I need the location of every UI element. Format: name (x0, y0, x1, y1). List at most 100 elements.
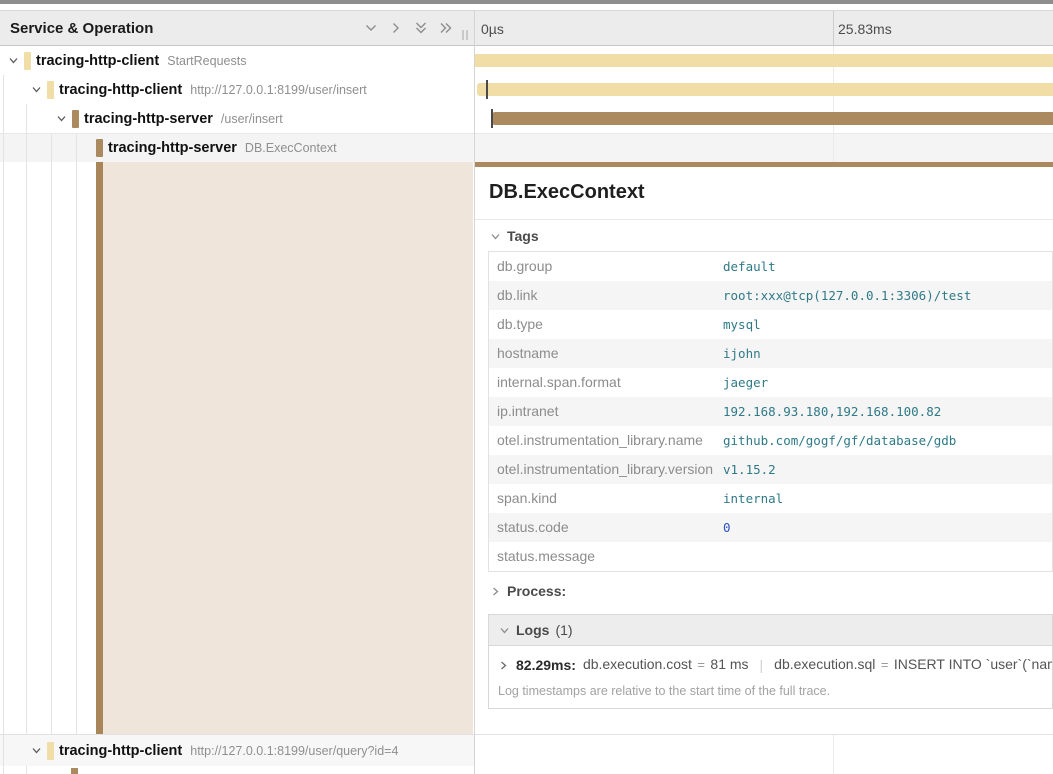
span-rows: tracing-http-client StartRequests tracin… (0, 46, 1053, 162)
log-field: db.execution.cost = 81 ms (583, 656, 749, 674)
tag-row: status.code0 (489, 513, 1052, 542)
log-timestamp: 82.29ms: (516, 657, 576, 673)
tag-row: db.typemysql (489, 310, 1052, 339)
tag-key: ip.intranet (489, 397, 723, 426)
tag-key: status.code (489, 513, 723, 542)
tag-row: otel.instrumentation_library.namegithub.… (489, 426, 1052, 455)
service-color-band (47, 742, 54, 760)
process-label: Process: (507, 583, 566, 599)
minimap-scrubber[interactable] (0, 0, 1053, 4)
detail-indent-backdrop (0, 162, 474, 734)
tag-key: db.type (489, 310, 723, 339)
selected-span-backdrop (103, 162, 473, 734)
service-name: tracing-http-server (84, 111, 213, 127)
chevron-down-icon[interactable] (29, 83, 43, 97)
chevron-right-icon (498, 659, 509, 671)
tag-value: 192.168.93.180,192.168.100.82 (723, 397, 1052, 426)
chevron-down-icon (489, 230, 501, 242)
tag-key: internal.span.format (489, 368, 723, 397)
logs-section: Logs (1) 82.29ms: db.execution.cost = 81… (488, 614, 1053, 709)
expand-all-icon[interactable] (438, 20, 454, 36)
span-rows-bottom: tracing-http-client http://127.0.0.1:819… (0, 734, 1053, 774)
tag-row: otel.instrumentation_library.versionv1.1… (489, 455, 1052, 484)
span-bar[interactable] (492, 112, 1053, 125)
tag-key: status.message (489, 542, 723, 571)
tag-key: otel.instrumentation_library.version (489, 455, 723, 484)
tag-value: 0 (723, 513, 1052, 542)
log-field: db.execution.sql = INSERT INTO `user`(`n… (774, 656, 1052, 674)
span-row-user-insert-client: tracing-http-client http://127.0.0.1:819… (0, 75, 1053, 104)
tag-row: db.groupdefault (489, 252, 1052, 281)
span-row-timeline (475, 134, 1053, 162)
expand-collapse-controls (363, 20, 454, 36)
timeline-tick-mid: 25.83ms (838, 11, 892, 45)
service-color-band (72, 110, 79, 128)
operation-name: /user/insert (221, 112, 283, 126)
tag-value: default (723, 252, 1052, 281)
tag-value: jaeger (723, 368, 1052, 397)
span-row-label[interactable]: tracing-http-client StartRequests (0, 46, 474, 75)
process-accordion-header[interactable]: Process: (489, 583, 1053, 599)
timeline-header: Service & Operation 0µs 25.83ms (0, 10, 1053, 46)
span-row-db-execcontext-selected: tracing-http-server DB.ExecContext (0, 133, 1053, 162)
span-detail-panel: DB.ExecContext Tags db.groupdefault db.l… (475, 162, 1053, 734)
tag-row: span.kindinternal (489, 484, 1052, 513)
span-row-start-requests: tracing-http-client StartRequests (0, 46, 1053, 75)
tag-value: mysql (723, 310, 1052, 339)
span-detail-region: DB.ExecContext Tags db.groupdefault db.l… (0, 162, 1053, 734)
span-row-timeline (475, 735, 1053, 766)
log-marker (491, 109, 493, 128)
tag-key: hostname (489, 339, 723, 368)
service-name: tracing-http-client (36, 53, 159, 69)
tag-row: internal.span.formatjaeger (489, 368, 1052, 397)
span-row-label[interactable]: tracing-http-server DB.ExecContext (0, 134, 474, 162)
tag-row: db.linkroot:xxx@tcp(127.0.0.1:3306)/test (489, 281, 1052, 310)
span-row-label[interactable]: tracing-http-client http://127.0.0.1:819… (0, 75, 474, 104)
span-row-timeline (475, 104, 1053, 133)
operation-name: StartRequests (167, 54, 246, 68)
chevron-down-icon[interactable] (6, 54, 20, 68)
service-color-band (96, 139, 103, 157)
tag-value: ijohn (723, 339, 1052, 368)
span-row-timeline (475, 75, 1053, 104)
timeline-gridline (833, 735, 834, 774)
collapse-all-icon[interactable] (413, 20, 429, 36)
tags-accordion-header[interactable]: Tags (489, 228, 1053, 244)
tag-row: hostnameijohn (489, 339, 1052, 368)
selected-span-color-strip (96, 162, 103, 734)
chevron-down-icon[interactable] (29, 744, 43, 758)
divider (475, 219, 1053, 220)
tag-value: github.com/gogf/gf/database/gdb (723, 426, 1052, 455)
field-separator: | (760, 657, 764, 673)
service-color-band (47, 81, 54, 99)
service-color-band (71, 768, 78, 774)
logs-note: Log timestamps are relative to the start… (489, 682, 1052, 708)
timeline-ruler: 0µs 25.83ms (475, 11, 1053, 45)
chevron-down-icon[interactable] (54, 112, 68, 126)
tag-value: v1.15.2 (723, 455, 1052, 484)
log-entry[interactable]: 82.29ms: db.execution.cost = 81 ms | db.… (489, 646, 1052, 682)
tags-label: Tags (507, 228, 539, 244)
chevron-down-icon (498, 624, 510, 636)
tag-value: internal (723, 484, 1052, 513)
tag-value (723, 542, 1052, 571)
panel-splitter[interactable] (474, 10, 475, 774)
span-row-partial (0, 766, 1053, 774)
collapse-one-icon[interactable] (363, 20, 379, 36)
service-name: tracing-http-client (59, 743, 182, 759)
service-name: tracing-http-client (59, 82, 182, 98)
span-detail-title: DB.ExecContext (489, 181, 645, 204)
span-bar[interactable] (477, 83, 1053, 96)
span-row-label[interactable]: tracing-http-client http://127.0.0.1:819… (0, 735, 474, 766)
column-resize-grip[interactable] (462, 30, 468, 40)
span-row-label[interactable]: tracing-http-server /user/insert (0, 104, 474, 133)
tag-row: status.message (489, 542, 1052, 571)
span-bar[interactable] (475, 54, 1053, 67)
chevron-right-icon (489, 585, 501, 597)
span-row-user-query-client: tracing-http-client http://127.0.0.1:819… (0, 735, 1053, 766)
expand-one-icon[interactable] (388, 20, 404, 36)
timeline-tick-start: 0µs (481, 11, 504, 45)
logs-accordion-header[interactable]: Logs (1) (489, 615, 1052, 646)
tag-row: ip.intranet192.168.93.180,192.168.100.82 (489, 397, 1052, 426)
tag-value: root:xxx@tcp(127.0.0.1:3306)/test (723, 281, 1052, 310)
